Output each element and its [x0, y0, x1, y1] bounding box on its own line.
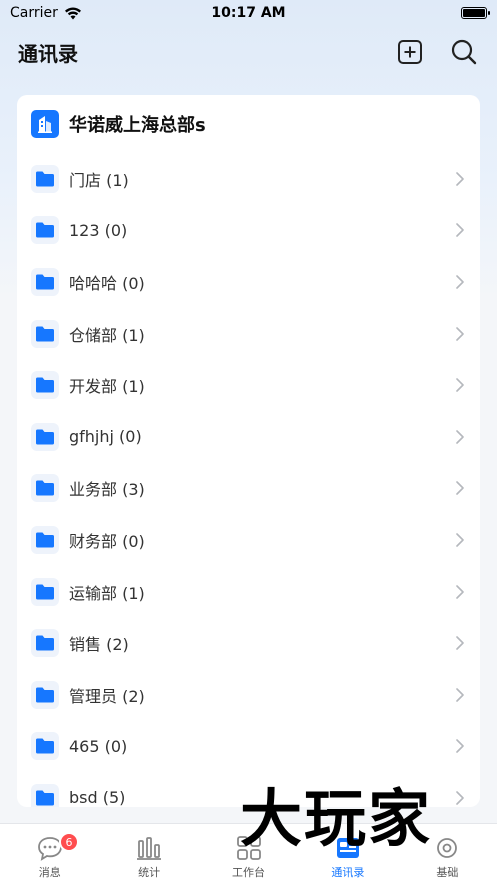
folder-icon [31, 371, 59, 400]
chevron-right-icon [454, 429, 466, 445]
department-label: 123 (0) [69, 220, 128, 240]
chevron-right-icon [454, 480, 466, 496]
folder-icon [31, 319, 59, 348]
nav-bar: 通讯录 [0, 30, 497, 74]
department-label: 管理员 (2) [69, 686, 145, 706]
contacts-card: 华诺威上海总部s 门店 (1) 123 (0) 哈哈哈 (0) 仓储部 (1) 开发部 … [17, 95, 480, 807]
department-label: 哈哈哈 (0) [69, 273, 145, 293]
department-item[interactable]: 哈哈哈 (0) [17, 256, 480, 308]
contacts-icon [333, 834, 363, 862]
tab-label: 消息 [38, 866, 61, 879]
department-label: 开发部 (1) [69, 377, 145, 397]
tab-label: 统计 [138, 866, 161, 879]
chevron-right-icon [454, 326, 466, 342]
tab-basic[interactable]: 基础 [398, 824, 497, 883]
tab-messages[interactable]: 消息 6 [0, 824, 99, 883]
chevron-right-icon [454, 584, 466, 600]
folder-icon [31, 680, 59, 709]
unread-badge: 6 [59, 832, 79, 852]
carrier-label: Carrier [10, 5, 58, 21]
building-icon [31, 110, 59, 138]
department-label: bsd (5) [69, 788, 126, 807]
folder-icon [31, 216, 59, 245]
tab-label: 通讯录 [331, 866, 365, 879]
department-label: gfhjhj (0) [69, 427, 142, 447]
tab-label: 工作台 [232, 866, 266, 879]
department-label: 运输部 (1) [69, 583, 145, 603]
add-icon[interactable] [395, 37, 425, 67]
chevron-right-icon [454, 222, 466, 238]
department-label: 门店 (1) [69, 170, 129, 190]
department-label: 销售 (2) [69, 635, 129, 655]
department-item[interactable]: 门店 (1) [17, 153, 480, 205]
folder-icon [31, 629, 59, 658]
chevron-right-icon [454, 274, 466, 290]
department-item[interactable]: 仓储部 (1) [17, 308, 480, 360]
chevron-right-icon [454, 687, 466, 703]
chevron-right-icon [454, 171, 466, 187]
tab-bar: 消息 6 统计 工作台 通讯录 基础 [0, 823, 497, 883]
department-item[interactable]: 465 (0) [17, 721, 480, 773]
department-item[interactable]: 123 (0) [17, 205, 480, 257]
tab-label: 基础 [436, 866, 459, 879]
tab-workbench[interactable]: 工作台 [199, 824, 298, 883]
chevron-right-icon [454, 790, 466, 806]
grid-icon [234, 834, 264, 862]
folder-icon [31, 474, 59, 503]
tab-contacts[interactable]: 通讯录 [298, 824, 397, 883]
department-item[interactable]: 销售 (2) [17, 617, 480, 669]
department-item[interactable]: 管理员 (2) [17, 669, 480, 721]
wifi-icon [64, 7, 81, 19]
status-bar: Carrier 10:17 AM [0, 0, 497, 26]
folder-icon [31, 783, 59, 807]
chevron-right-icon [454, 738, 466, 754]
org-name: 华诺威上海总部s [69, 115, 206, 136]
settings-icon [432, 834, 462, 862]
department-label: 财务部 (0) [69, 531, 145, 551]
battery-icon [461, 7, 490, 19]
folder-icon [31, 267, 59, 296]
department-label: 465 (0) [69, 736, 128, 756]
department-item[interactable]: 运输部 (1) [17, 566, 480, 618]
tab-statistics[interactable]: 统计 [99, 824, 198, 883]
bar-chart-icon [134, 834, 164, 862]
chevron-right-icon [454, 635, 466, 651]
department-label: 仓储部 (1) [69, 325, 145, 345]
department-list: 门店 (1) 123 (0) 哈哈哈 (0) 仓储部 (1) 开发部 (1) gfhjhj… [17, 153, 480, 807]
department-item[interactable]: 财务部 (0) [17, 514, 480, 566]
folder-icon [31, 164, 59, 193]
chevron-right-icon [454, 532, 466, 548]
department-item[interactable]: 业务部 (3) [17, 463, 480, 515]
department-label: 业务部 (3) [69, 480, 145, 500]
page-title: 通讯录 [18, 41, 78, 66]
department-item[interactable]: gfhjhj (0) [17, 411, 480, 463]
folder-icon [31, 732, 59, 761]
folder-icon [31, 525, 59, 554]
folder-icon [31, 577, 59, 606]
folder-icon [31, 422, 59, 451]
department-item[interactable]: 开发部 (1) [17, 359, 480, 411]
search-icon[interactable] [449, 37, 479, 67]
department-item[interactable]: bsd (5) [17, 772, 480, 807]
org-header[interactable]: 华诺威上海总部s [17, 95, 480, 153]
chevron-right-icon [454, 377, 466, 393]
